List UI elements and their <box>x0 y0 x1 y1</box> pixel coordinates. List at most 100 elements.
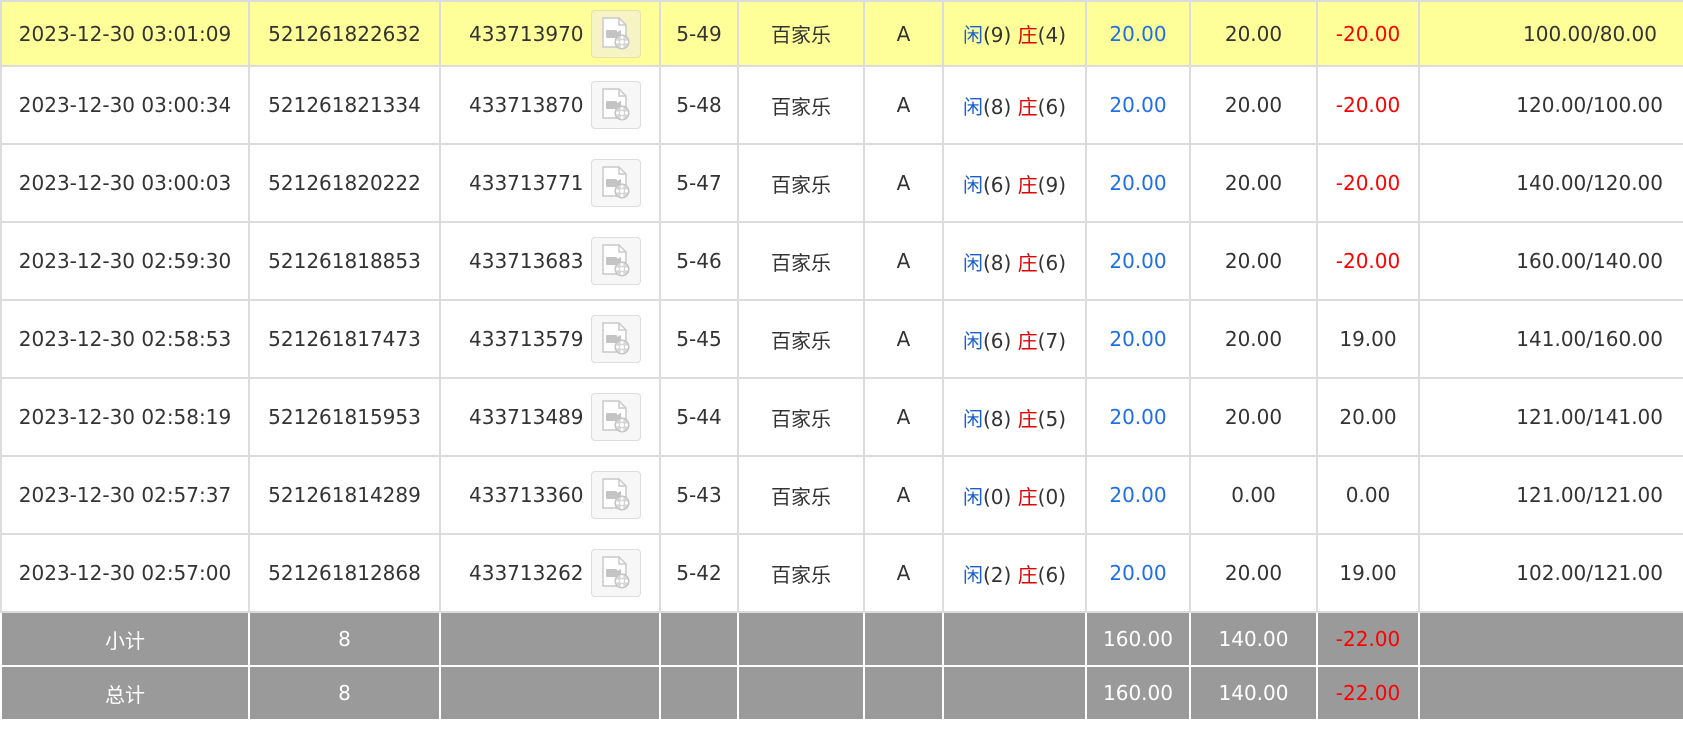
player-score: (2) <box>982 562 1012 587</box>
total-valid-bet: 140.00 <box>1189 665 1318 721</box>
round-cell: 433713683 <box>439 221 661 301</box>
shoe-number: 5-42 <box>659 533 739 613</box>
round-cell: 433713489 <box>439 377 661 457</box>
banker-score: (6) <box>1037 250 1067 275</box>
video-replay-icon[interactable] <box>590 159 641 207</box>
bet-id: 521261820222 <box>248 143 441 223</box>
bet-amount: 20.00 <box>1085 377 1191 457</box>
table-name: A <box>863 299 944 379</box>
game-type: 百家乐 <box>737 377 865 457</box>
total-win-loss: -22.00 <box>1316 665 1420 721</box>
player-label: 闲 <box>962 484 983 509</box>
video-replay-icon[interactable] <box>590 237 641 285</box>
total-empty-cell <box>942 665 1087 721</box>
game-type: 百家乐 <box>737 455 865 535</box>
subtotal-label: 小计 <box>0 611 250 667</box>
bet-record-row: 2023-12-30 03:01:09 521261822632 4337139… <box>0 0 1683 67</box>
valid-bet: 20.00 <box>1189 299 1318 379</box>
round-cell: 433713970 <box>439 0 661 67</box>
player-score: (8) <box>982 406 1012 431</box>
round-cell: 433713262 <box>439 533 661 613</box>
subtotal-empty-cell <box>439 611 661 667</box>
win-loss: 0.00 <box>1316 455 1420 535</box>
game-result: 闲(2) 庄(6) <box>942 533 1087 613</box>
game-type: 百家乐 <box>737 533 865 613</box>
game-result: 闲(0) 庄(0) <box>942 455 1087 535</box>
game-type: 百家乐 <box>737 299 865 379</box>
subtotal-count: 8 <box>248 611 441 667</box>
banker-score: (6) <box>1037 562 1067 587</box>
player-score: (6) <box>982 172 1012 197</box>
game-type: 百家乐 <box>737 221 865 301</box>
bet-record-row: 2023-12-30 02:57:37 521261814289 4337133… <box>0 455 1683 535</box>
total-empty-cell <box>1418 665 1683 721</box>
banker-label: 庄 <box>1017 94 1038 119</box>
round-id: 433713870 <box>469 93 584 117</box>
bet-time: 2023-12-30 02:58:53 <box>0 299 250 379</box>
player-score: (8) <box>982 94 1012 119</box>
round-cell: 433713360 <box>439 455 661 535</box>
bet-amount: 20.00 <box>1085 65 1191 145</box>
subtotal-empty-cell <box>737 611 865 667</box>
valid-bet: 20.00 <box>1189 377 1318 457</box>
video-replay-icon[interactable] <box>590 81 641 129</box>
win-loss: 19.00 <box>1316 533 1420 613</box>
game-type: 百家乐 <box>737 143 865 223</box>
video-replay-icon[interactable] <box>590 549 641 597</box>
bet-record-row: 2023-12-30 02:59:30 521261818853 4337136… <box>0 221 1683 301</box>
balance: 140.00/120.00 <box>1418 143 1683 223</box>
subtotal-empty-cell <box>1418 611 1683 667</box>
banker-score: (6) <box>1037 94 1067 119</box>
bet-time: 2023-12-30 02:58:19 <box>0 377 250 457</box>
win-loss: -20.00 <box>1316 65 1420 145</box>
balance: 121.00/141.00 <box>1418 377 1683 457</box>
bet-amount: 20.00 <box>1085 0 1191 67</box>
total-empty-cell <box>863 665 944 721</box>
bet-record-row: 2023-12-30 02:58:53 521261817473 4337135… <box>0 299 1683 379</box>
player-label: 闲 <box>962 250 983 275</box>
round-cell: 433713771 <box>439 143 661 223</box>
shoe-number: 5-44 <box>659 377 739 457</box>
table-name: A <box>863 455 944 535</box>
game-result: 闲(9) 庄(4) <box>942 0 1087 67</box>
banker-score: (5) <box>1037 406 1067 431</box>
total-empty-cell <box>439 665 661 721</box>
game-type: 百家乐 <box>737 0 865 67</box>
bet-record-row: 2023-12-30 03:00:34 521261821334 4337138… <box>0 65 1683 145</box>
subtotal-empty-cell <box>659 611 739 667</box>
bet-records-table: 2023-12-30 03:01:09 521261822632 4337139… <box>0 0 1683 721</box>
video-replay-icon[interactable] <box>590 393 641 441</box>
win-loss: 19.00 <box>1316 299 1420 379</box>
subtotal-empty-cell <box>863 611 944 667</box>
table-name: A <box>863 65 944 145</box>
total-empty-cell <box>659 665 739 721</box>
banker-label: 庄 <box>1017 484 1038 509</box>
subtotal-row: 小计 8 160.00 140.00 -22.00 <box>0 611 1683 667</box>
video-replay-icon[interactable] <box>590 9 641 58</box>
shoe-number: 5-43 <box>659 455 739 535</box>
banker-label: 庄 <box>1017 562 1038 587</box>
player-score: (0) <box>982 484 1012 509</box>
subtotal-empty-cell <box>942 611 1087 667</box>
valid-bet: 20.00 <box>1189 533 1318 613</box>
bet-id: 521261815953 <box>248 377 441 457</box>
valid-bet: 20.00 <box>1189 221 1318 301</box>
subtotal-win-loss: -22.00 <box>1316 611 1420 667</box>
bet-record-row: 2023-12-30 02:57:00 521261812868 4337132… <box>0 533 1683 613</box>
banker-score: (0) <box>1037 484 1067 509</box>
balance: 100.00/80.00 <box>1418 0 1683 67</box>
balance: 120.00/100.00 <box>1418 65 1683 145</box>
total-empty-cell <box>737 665 865 721</box>
table-name: A <box>863 221 944 301</box>
game-result: 闲(8) 庄(5) <box>942 377 1087 457</box>
player-label: 闲 <box>962 94 983 119</box>
video-replay-icon[interactable] <box>590 471 641 519</box>
player-label: 闲 <box>962 562 983 587</box>
video-replay-icon[interactable] <box>590 315 641 363</box>
bet-record-row: 2023-12-30 02:58:19 521261815953 4337134… <box>0 377 1683 457</box>
win-loss: -20.00 <box>1316 221 1420 301</box>
bet-amount: 20.00 <box>1085 533 1191 613</box>
subtotal-bet-amount: 160.00 <box>1085 611 1191 667</box>
valid-bet: 20.00 <box>1189 0 1318 67</box>
banker-score: (4) <box>1037 23 1067 47</box>
